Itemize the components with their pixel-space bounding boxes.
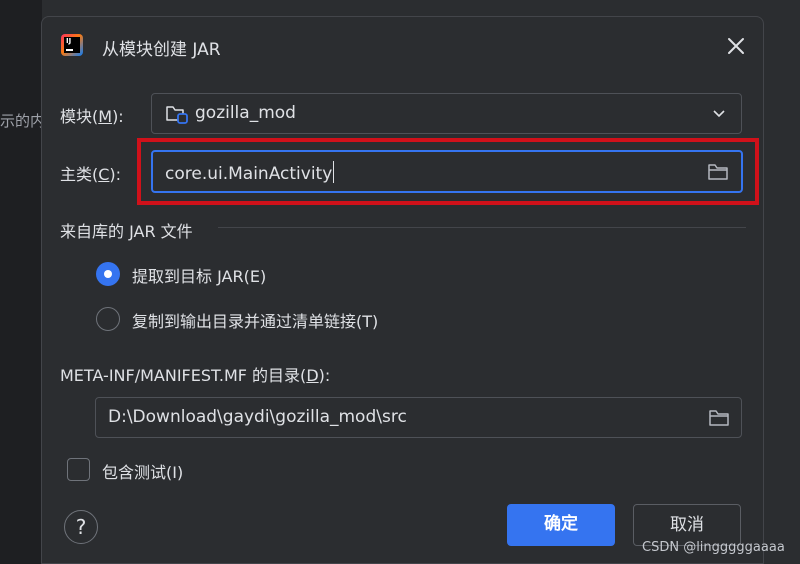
- module-select[interactable]: gozilla_mod: [151, 93, 742, 134]
- section-divider: [218, 227, 746, 228]
- module-value: gozilla_mod: [195, 103, 296, 123]
- main-class-label: 主类(C):: [60, 165, 122, 184]
- manifest-label: META-INF/MANIFEST.MF 的目录(D):: [60, 366, 331, 385]
- background-text: 示的内: [0, 112, 46, 130]
- library-section-title: 来自库的 JAR 文件: [60, 222, 193, 241]
- radio-copy-link[interactable]: [96, 307, 120, 331]
- chevron-down-icon: [713, 110, 725, 118]
- dialog-titlebar: IJ 从模块创建 JAR: [42, 17, 763, 75]
- folder-icon[interactable]: [708, 409, 730, 427]
- include-tests-label: 包含测试(I): [102, 463, 184, 482]
- manifest-dir-input[interactable]: D:\Download\gaydi\gozilla_mod\src: [95, 397, 742, 438]
- module-folder-icon: [166, 106, 188, 124]
- background-editor: [0, 0, 42, 564]
- close-icon[interactable]: [723, 33, 749, 59]
- create-jar-dialog: IJ 从模块创建 JAR 模块(M): gozilla_mod 主类(C): c…: [41, 16, 764, 564]
- include-tests-checkbox[interactable]: [67, 458, 90, 481]
- highlight-annotation: [137, 138, 759, 205]
- radio-extract[interactable]: [96, 262, 120, 286]
- manifest-dir-value: D:\Download\gaydi\gozilla_mod\src: [108, 407, 407, 427]
- help-button[interactable]: ?: [64, 510, 98, 544]
- radio-copy-link-label: 复制到输出目录并通过清单链接(T): [132, 312, 379, 331]
- dialog-title: 从模块创建 JAR: [102, 40, 221, 60]
- app-logo-icon: IJ: [61, 34, 83, 56]
- watermark: CSDN @lingggggaaaa: [642, 540, 785, 555]
- module-label: 模块(M):: [60, 107, 124, 126]
- radio-extract-label: 提取到目标 JAR(E): [132, 267, 267, 286]
- ok-button[interactable]: 确定: [507, 504, 615, 546]
